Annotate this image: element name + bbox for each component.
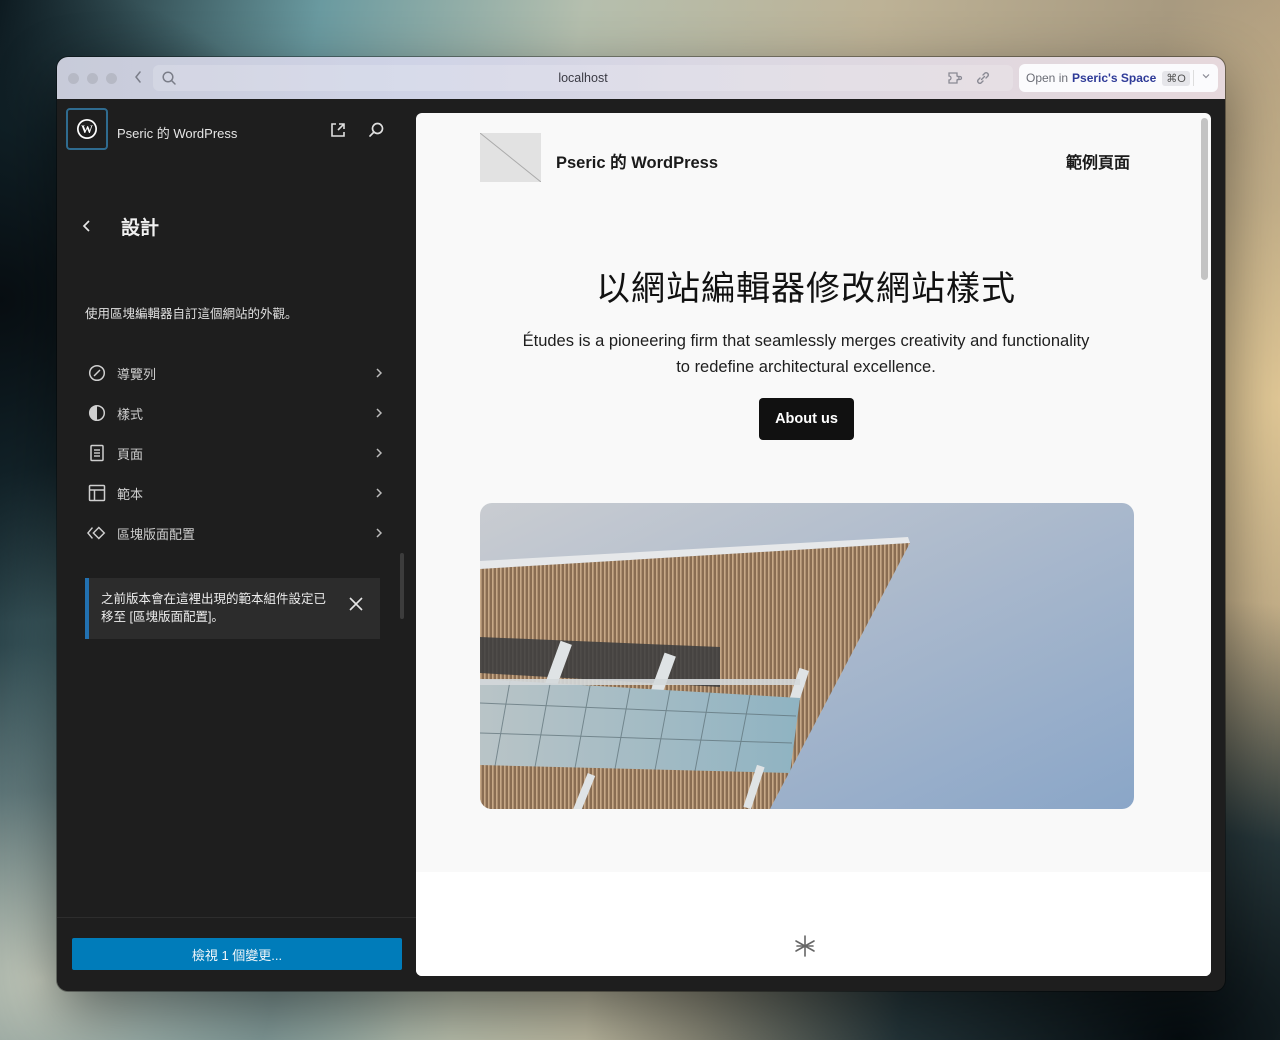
link-icon[interactable] <box>975 70 991 86</box>
back-arrow-icon[interactable] <box>79 216 95 236</box>
close-window-button[interactable] <box>68 72 79 84</box>
menu-item-pages[interactable]: 頁面 <box>77 433 395 473</box>
svg-text:W: W <box>81 122 93 136</box>
minimize-window-button[interactable] <box>87 72 98 84</box>
extension-icon[interactable] <box>947 70 965 86</box>
menu-item-label: 樣式 <box>117 406 144 422</box>
menu-item-label: 區塊版面配置 <box>117 526 196 542</box>
chevron-right-icon <box>376 368 383 378</box>
panel-title: 設計 <box>121 218 160 239</box>
menu-item-navigation[interactable]: 導覽列 <box>77 353 395 393</box>
menu-item-templates[interactable]: 範本 <box>77 473 395 513</box>
open-in-space-button[interactable]: Open in Pseric's Space ⌘O <box>1019 64 1218 92</box>
site-logo-placeholder[interactable] <box>480 133 541 182</box>
chevron-down-icon[interactable] <box>1201 71 1211 81</box>
navigation-icon <box>88 364 106 382</box>
building-photo <box>480 503 1134 809</box>
hero-heading[interactable]: 以網站編輯器修改網站樣式 <box>416 261 1196 310</box>
menu-item-styles[interactable]: 樣式 <box>77 393 395 433</box>
page-icon <box>90 444 104 462</box>
panel-description: 使用區塊編輯器自訂這個網站的外觀。 <box>85 307 298 321</box>
chevron-right-icon <box>376 488 383 498</box>
window-controls <box>68 72 117 84</box>
hero-image[interactable] <box>480 503 1134 809</box>
site-editor-sidebar: W Pseric 的 WordPress 設計 使用區塊編輯器自訂這個網站的外觀… <box>57 99 416 991</box>
menu-item-label: 導覽列 <box>117 366 157 382</box>
address-bar[interactable]: localhost <box>153 65 1013 91</box>
divider <box>57 917 416 918</box>
patterns-icon <box>87 526 106 540</box>
hero-paragraph[interactable]: Études is a pioneering firm that seamles… <box>516 328 1096 380</box>
chevron-right-icon <box>376 448 383 458</box>
menu-item-label: 頁面 <box>117 446 144 462</box>
browser-toolbar: localhost Open in Pseric's Space ⌘O <box>57 57 1225 99</box>
site-name[interactable]: Pseric 的 WordPress <box>556 149 718 173</box>
zoom-window-button[interactable] <box>106 72 117 84</box>
close-icon[interactable] <box>347 595 365 613</box>
info-notice: 之前版本會在這裡出現的範本組件設定已移至 [區塊版面配置]。 <box>85 578 380 639</box>
back-icon <box>135 70 141 83</box>
site-icon-button[interactable]: W <box>66 108 108 150</box>
site-preview-canvas[interactable]: Pseric 的 WordPress 範例頁面 以網站編輯器修改網站樣式 Étu… <box>416 113 1211 976</box>
search-icon[interactable] <box>366 120 386 140</box>
placeholder-diagonal-icon <box>480 133 541 182</box>
site-title: Pseric 的 WordPress <box>117 126 238 141</box>
menu-item-patterns[interactable]: 區塊版面配置 <box>77 513 395 553</box>
template-icon <box>88 484 106 502</box>
divider <box>1193 70 1194 86</box>
menu-item-label: 範本 <box>117 486 144 502</box>
keyboard-shortcut: ⌘O <box>1162 70 1190 86</box>
nav-link-sample-page[interactable]: 範例頁面 <box>1066 149 1130 173</box>
wordpress-logo-icon: W <box>77 119 97 139</box>
styles-icon <box>88 404 106 422</box>
chevron-right-icon <box>376 528 383 538</box>
external-link-icon[interactable] <box>328 120 348 140</box>
content-section[interactable] <box>416 872 1211 976</box>
notice-text: 之前版本會在這裡出現的範本組件設定已移至 [區塊版面配置]。 <box>101 592 327 624</box>
asterisk-separator-icon <box>795 935 815 957</box>
canvas-scrollbar[interactable] <box>1201 118 1208 280</box>
open-in-space-name: Pseric's Space <box>1072 71 1157 85</box>
browser-window: localhost Open in Pseric's Space ⌘O W Ps… <box>57 57 1225 991</box>
about-us-button[interactable]: About us <box>759 398 854 440</box>
design-menu: 導覽列 樣式 頁面 範本 區塊版面配置 <box>77 353 395 553</box>
review-changes-button[interactable]: 檢視 1 個變更... <box>72 938 402 970</box>
open-in-prefix: Open in <box>1026 71 1069 85</box>
url-text[interactable]: localhost <box>153 71 1013 85</box>
sidebar-scrollbar[interactable] <box>400 553 404 619</box>
back-button[interactable] <box>131 70 145 87</box>
chevron-right-icon <box>376 408 383 418</box>
